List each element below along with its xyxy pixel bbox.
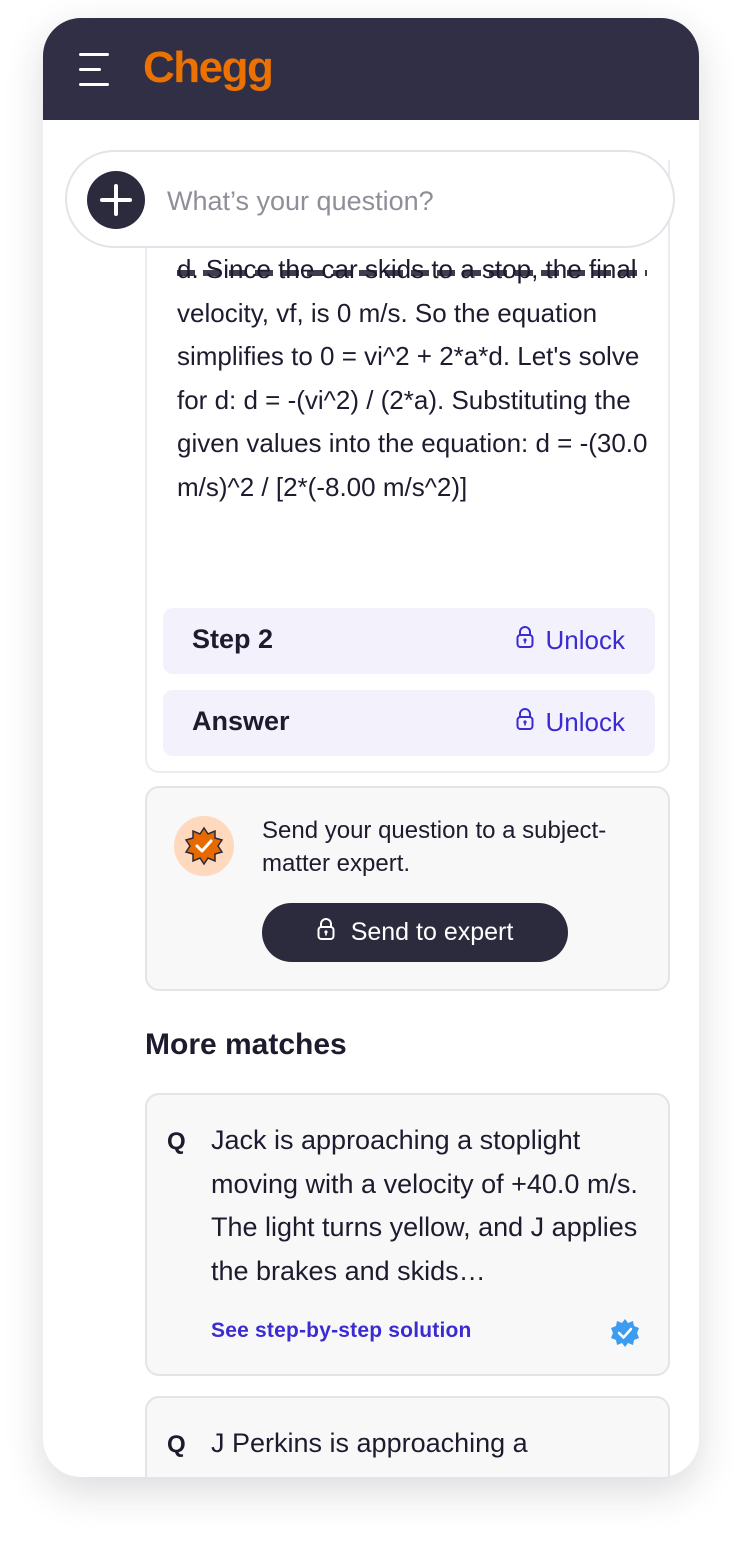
match-card[interactable]: Q Jack is approaching a stoplight moving… bbox=[145, 1093, 670, 1376]
chegg-logo[interactable]: Chegg bbox=[143, 38, 274, 98]
lock-icon bbox=[516, 707, 534, 738]
verified-check-icon bbox=[610, 1318, 640, 1348]
phone-frame: Chegg d. Since the car skids to a stop, … bbox=[43, 18, 699, 1477]
unlock-answer-link[interactable]: Unlock bbox=[516, 707, 625, 738]
send-to-expert-button[interactable]: Send to expert bbox=[262, 903, 568, 962]
send-to-expert-card: Send your question to a subject-matter e… bbox=[145, 786, 670, 991]
see-solution-link[interactable]: See step-by-step solution bbox=[211, 1319, 472, 1343]
top-navigation-bar: Chegg bbox=[43, 18, 699, 120]
lock-icon bbox=[516, 625, 534, 656]
question-label: Q bbox=[167, 1128, 186, 1155]
question-label: Q bbox=[167, 1431, 186, 1458]
answer-card: d. Since the car skids to a stop, the fi… bbox=[145, 160, 670, 773]
answer-locked-row[interactable]: Answer Unlock bbox=[163, 690, 655, 756]
more-matches-heading: More matches bbox=[145, 1028, 347, 1061]
question-search-bar bbox=[65, 150, 675, 248]
unlock-label: Unlock bbox=[545, 625, 625, 655]
match-question-text: J Perkins is approaching a bbox=[211, 1428, 528, 1458]
question-input[interactable] bbox=[165, 172, 649, 230]
hamburger-menu-icon[interactable] bbox=[75, 49, 113, 89]
lock-icon bbox=[317, 917, 335, 948]
verified-expert-badge-icon bbox=[174, 816, 234, 876]
match-card[interactable]: Q J Perkins is approaching a bbox=[145, 1396, 670, 1477]
step-2-locked-row[interactable]: Step 2 Unlock bbox=[163, 608, 655, 674]
plus-icon[interactable] bbox=[87, 171, 145, 229]
send-to-expert-label: Send to expert bbox=[350, 918, 514, 946]
expert-description: Send your question to a subject-matter e… bbox=[262, 817, 607, 877]
main-content: d. Since the car skids to a stop, the fi… bbox=[43, 120, 699, 1477]
step-1-text: d. Since the car skids to a stop, the fi… bbox=[177, 254, 648, 502]
answer-title: Answer bbox=[192, 706, 290, 736]
unlock-step-2-link[interactable]: Unlock bbox=[516, 625, 625, 656]
match-question-text: Jack is approaching a stoplight moving w… bbox=[211, 1125, 638, 1286]
step-2-title: Step 2 bbox=[192, 624, 274, 654]
unlock-label: Unlock bbox=[545, 707, 625, 737]
